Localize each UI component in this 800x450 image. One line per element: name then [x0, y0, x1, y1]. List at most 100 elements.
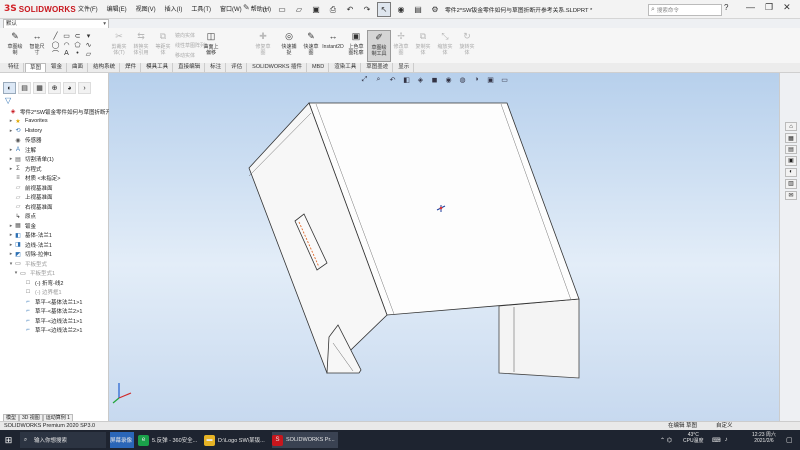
- tab-13[interactable]: 草图墨迹: [362, 63, 394, 72]
- move-entities-item[interactable]: 移动实体: [175, 52, 195, 59]
- dropdown-icon[interactable]: ▾: [83, 31, 94, 40]
- menu-insert[interactable]: 插入(I): [165, 4, 183, 13]
- property-manager-tab-icon[interactable]: ▤: [18, 82, 31, 94]
- tree-item[interactable]: ↳ 原点: [8, 212, 36, 221]
- tree-item[interactable]: ▸ ◩ 切除-拉伸1: [8, 250, 52, 259]
- tab-6[interactable]: 模具工具: [142, 63, 174, 72]
- menu-window[interactable]: 窗口(W): [220, 4, 242, 13]
- arc-icon[interactable]: ◠: [61, 40, 72, 49]
- redo-icon[interactable]: ↷: [360, 2, 374, 17]
- tree-item[interactable]: ⌐ 草平-<基体法兰1>1: [18, 297, 82, 306]
- minimize-button[interactable]: —: [746, 2, 755, 13]
- expand-arrow-icon[interactable]: ›: [78, 82, 91, 94]
- tree-item[interactable]: ▸ ◨ 边线-法兰1: [8, 240, 52, 249]
- restore-button[interactable]: ❐: [765, 2, 773, 13]
- mirror-entities-item[interactable]: 镜向实体: [175, 32, 195, 39]
- rectangle-icon[interactable]: ▭: [61, 31, 72, 40]
- tab-4[interactable]: 结构系统: [89, 63, 121, 72]
- sketch-tools-button[interactable]: ✐ 草图绘 制工具: [367, 30, 391, 62]
- tree-item[interactable]: ▸ ◧ 基体-法兰1: [8, 231, 52, 240]
- spline-icon[interactable]: ∿: [83, 40, 94, 49]
- forum-icon[interactable]: ✉: [785, 190, 797, 200]
- sheet-metal-part-model[interactable]: [109, 73, 779, 421]
- trim-button[interactable]: ✂ 剪裁实 体(T): [108, 30, 130, 60]
- tab-11[interactable]: MBD: [308, 63, 330, 72]
- tab-8[interactable]: 标注: [206, 63, 227, 72]
- quick-sketch-button[interactable]: ✎ 快速草 图: [300, 30, 322, 60]
- view-palette-icon[interactable]: ▣: [785, 156, 797, 166]
- tab-9[interactable]: 评估: [227, 63, 248, 72]
- taskbar-item-record[interactable]: 屏幕录像: [110, 432, 134, 448]
- tab-5[interactable]: 焊件: [121, 63, 142, 72]
- custom-properties-icon[interactable]: ▥: [785, 179, 797, 189]
- menu-file[interactable]: 文件(F): [78, 4, 98, 13]
- file-properties-icon[interactable]: ▤: [411, 2, 425, 17]
- options-gear-icon[interactable]: ⚙: [428, 2, 442, 17]
- dimxpert-tab-icon[interactable]: ⊕: [48, 82, 61, 94]
- taskbar-search[interactable]: ⌕ 输入你想搜索: [20, 432, 106, 448]
- tree-item[interactable]: ⌐ 草平-<边线法兰1>1: [18, 316, 82, 325]
- solidworks-resources-icon[interactable]: ⌂: [785, 122, 797, 132]
- notification-icon[interactable]: ▢: [786, 432, 793, 448]
- instant2d-button[interactable]: ↔ Instant2D: [322, 30, 344, 60]
- speaker-icon[interactable]: ♪: [725, 437, 728, 443]
- tree-item[interactable]: ◈ 零件2*SW钣金零件如何与草图折断开参考: [3, 107, 122, 116]
- filter-icon[interactable]: ▽: [5, 96, 11, 105]
- menu-view[interactable]: 视图(V): [136, 4, 156, 13]
- home-icon[interactable]: ⌂: [258, 2, 272, 17]
- point-icon[interactable]: •: [72, 49, 83, 58]
- undo-icon[interactable]: ↶: [343, 2, 357, 17]
- scale-button[interactable]: ⤡ 缩放实 体: [434, 30, 456, 60]
- slot-icon[interactable]: ⊂: [72, 31, 83, 40]
- tree-item[interactable]: ▸ A 注解: [8, 145, 36, 154]
- offset-button[interactable]: ⧉ 等距实 体: [152, 30, 174, 60]
- design-library-icon[interactable]: ▦: [785, 133, 797, 143]
- open-folder-icon[interactable]: ▱: [292, 2, 306, 17]
- tree-item[interactable]: ▸ ★ Favorites: [8, 117, 48, 126]
- tab-3[interactable]: 曲面: [68, 63, 89, 72]
- tray-icons[interactable]: ⌃ ⌬: [660, 432, 672, 448]
- tab-1[interactable]: 草图: [25, 63, 47, 72]
- feature-tree-tab-icon[interactable]: ◐: [3, 82, 16, 94]
- plane-icon[interactable]: ▱: [83, 49, 94, 58]
- tab-0[interactable]: 特征: [4, 63, 25, 72]
- taskbar-item-browser[interactable]: e 5.反弹 - 360安全...: [138, 432, 198, 448]
- tree-item[interactable]: ▸ ▤ 切割清单(1): [8, 155, 54, 164]
- tab-2[interactable]: 钣金: [47, 63, 68, 72]
- linear-pattern-item[interactable]: 线性草图阵列: [175, 42, 205, 49]
- rebuild-icon[interactable]: ◉: [394, 2, 408, 17]
- tree-item[interactable]: ▸ ⟲ History: [8, 126, 42, 135]
- tab-12[interactable]: 渲染工具: [330, 63, 362, 72]
- line-icon[interactable]: ╱: [50, 31, 61, 40]
- smart-dimension-button[interactable]: ↔ 智能尺 寸: [26, 30, 48, 60]
- pin-icon[interactable]: ✎: [243, 3, 250, 12]
- tree-item[interactable]: ▾ ▭ 平板型式: [8, 259, 47, 268]
- select-pointer-icon[interactable]: ↖: [377, 2, 391, 17]
- appearances-icon[interactable]: ◐: [785, 167, 797, 178]
- save-icon[interactable]: ▣: [309, 2, 323, 17]
- tree-item[interactable]: ≡ 材质 <未指定>: [8, 174, 60, 183]
- solidworks-logo[interactable]: 3S SOLIDWORKS: [4, 3, 76, 15]
- tree-item[interactable]: ▱ 右视基准面: [8, 202, 53, 211]
- menu-edit[interactable]: 编辑(E): [107, 4, 127, 13]
- tree-item[interactable]: ▸ ▦ 钣金: [8, 221, 36, 230]
- new-document-icon[interactable]: ▭: [275, 2, 289, 17]
- fillet-icon[interactable]: ⌒: [50, 49, 61, 58]
- tab-14[interactable]: 显示: [394, 63, 415, 72]
- tree-item[interactable]: ▾ ▭ 平板型式1: [13, 269, 55, 278]
- tab-7[interactable]: 直接编辑: [174, 63, 206, 72]
- polygon-icon[interactable]: ⬠: [72, 40, 83, 49]
- tree-item[interactable]: ▸ Σ 方程式: [8, 164, 42, 173]
- keyboard-icon[interactable]: ⌨: [712, 437, 721, 444]
- rotate-button[interactable]: ↻ 旋转实 体: [456, 30, 478, 60]
- menu-tools[interactable]: 工具(T): [191, 4, 211, 13]
- modify-sketch-button[interactable]: ✢ 修改草 图: [390, 30, 412, 60]
- shaded-sketch-button[interactable]: ▣ 上色草 图轮廓: [345, 30, 367, 60]
- convert-button[interactable]: ⇆ 转换实 体引用: [130, 30, 152, 60]
- repair-button[interactable]: ✚ 修复草 图: [252, 30, 274, 60]
- file-explorer-icon[interactable]: ▤: [785, 144, 797, 155]
- tree-item[interactable]: ◉ 传感器: [8, 136, 41, 145]
- text-icon[interactable]: A: [61, 49, 72, 58]
- search-commands-input[interactable]: ⌕ 搜索命令: [648, 4, 722, 16]
- copy-entities-button[interactable]: ⧉ 复制实 体: [412, 30, 434, 60]
